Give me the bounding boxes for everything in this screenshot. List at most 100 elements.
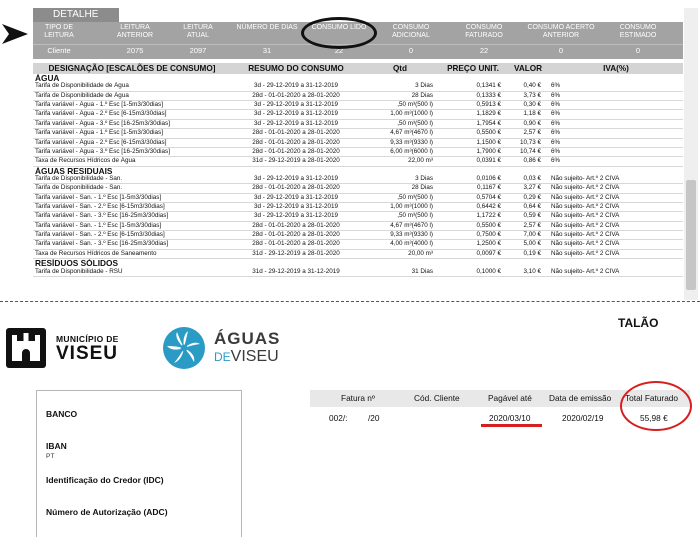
section-row: ÁGUA xyxy=(33,74,683,82)
table-cell: Não sujeito- Art.º 2 CIVA xyxy=(549,174,683,185)
table-cell: 31d - 29-12-2019 a 28-01-2020 xyxy=(231,156,361,167)
summary-value: 0 xyxy=(635,46,641,55)
table-cell: ,50 m³(500 l) xyxy=(361,193,439,204)
summary-value: 2097 xyxy=(189,46,207,55)
table-cell: 0,40 € xyxy=(507,82,549,92)
table-cell: 1,7954 € xyxy=(439,119,507,130)
table-cell: 22,00 m³ xyxy=(361,156,439,167)
table-cell: 1,00 m³(1000 l) xyxy=(361,202,439,213)
consumo-lido-highlight-circle xyxy=(301,17,377,49)
bank-label: BANCO xyxy=(46,409,78,419)
table-cell: Não sujeito- Art.º 2 CIVA xyxy=(549,230,683,241)
summary-column: CONSUMO FATURADO 22 xyxy=(449,22,519,55)
summary-header: LEITURA ATUAL xyxy=(183,24,213,39)
summary-header: CONSUMO ACERTO ANTERIOR xyxy=(527,24,595,39)
adc-label: Número de Autorização (ADC) xyxy=(46,507,168,517)
detail-panel: DETALHE TIPO DE LEITURA Cliente LEITURA AN… xyxy=(33,8,683,300)
aguas-logo-line1: ÁGUAS xyxy=(214,329,281,348)
summary-header: NÚMERO DE DIAS xyxy=(236,24,298,31)
table-cell: Tarifa variável - Água - 1.º Esc [1-5m3/… xyxy=(33,128,231,139)
table-cell: Tarifa de Disponibilidade de Água xyxy=(33,91,231,102)
summary-column: NÚMERO DE DIAS 31 xyxy=(232,22,302,55)
table-column-header: IVA(%) xyxy=(549,63,683,74)
table-cell: Tarifa de Disponibilidade de Água xyxy=(33,82,231,92)
table-cell: 0,29 € xyxy=(507,193,549,204)
table-cell: Taxa de Recursos Hídricos de Água xyxy=(33,156,231,167)
table-cell: 7,00 € xyxy=(507,230,549,241)
detail-tab[interactable]: DETALHE xyxy=(33,8,119,22)
table-cell: 3d - 29-12-2019 a 31-12-2019 xyxy=(231,174,361,185)
table-cell: 10,74 € xyxy=(507,147,549,158)
table-cell: 0,19 € xyxy=(507,249,549,260)
summary-value: 2075 xyxy=(126,46,144,55)
summary-value: 0 xyxy=(558,46,564,55)
table-row: Tarifa variável - Água - 3.º Esc [16-25m… xyxy=(33,147,683,158)
table-row: Tarifa de Disponibilidade - San. 28d - 01… xyxy=(33,183,683,194)
table-cell: 3 Dias xyxy=(361,82,439,92)
iban-label: IBAN xyxy=(46,441,67,451)
table-cell: 0,59 € xyxy=(507,211,549,222)
table-cell: 6% xyxy=(549,109,683,120)
table-cell: Não sujeito- Art.º 2 CIVA xyxy=(549,202,683,213)
summary-header: TIPO DE LEITURA xyxy=(44,24,74,39)
table-cell: 1,18 € xyxy=(507,109,549,120)
summary-header: LEITURA ANTERIOR xyxy=(116,24,154,39)
table-cell: 0,03 € xyxy=(507,174,549,185)
table-column-header: RESUMO DO CONSUMO xyxy=(231,63,361,74)
water-swirl-icon xyxy=(163,327,205,369)
table-cell: 1,1722 € xyxy=(439,211,507,222)
table-row: Tarifa variável - San. - 1.º Esc [1-5m3/… xyxy=(33,193,683,204)
table-row: Tarifa variável - Água - 1.º Esc [1-5m3/… xyxy=(33,128,683,139)
summary-value: Cliente xyxy=(47,46,71,55)
section-row: ÁGUAS RESIDUAIS xyxy=(33,166,683,175)
table-cell: Tarifa variável - Água - 3.º Esc [16-25m… xyxy=(33,119,231,130)
table-cell: 0,90 € xyxy=(507,119,549,130)
table-column-header: VALOR xyxy=(507,63,549,74)
table-cell: 0,5704 € xyxy=(439,193,507,204)
table-cell: Tarifa de Disponibilidade - RSU xyxy=(33,267,231,277)
table-row: Tarifa variável - San. - 3.º Esc [16-25m… xyxy=(33,239,683,250)
table-cell: 0,64 € xyxy=(507,202,549,213)
table-row: Taxa de Recursos Hídricos de Água 31d - 2… xyxy=(33,156,683,167)
table-cell: Tarifa variável - San. - 1.º Esc [1-5m3/… xyxy=(33,221,231,232)
table-cell: Tarifa variável - Água - 1.º Esc [1-5m3/… xyxy=(33,100,231,111)
table-cell: 3,27 € xyxy=(507,183,549,194)
talao-title: TALÃO xyxy=(618,316,659,330)
table-column-header: Qtd xyxy=(361,63,439,74)
table-cell: 3d - 29-12-2019 a 31-12-2019 xyxy=(231,100,361,111)
scrollbar-thumb[interactable] xyxy=(686,180,696,290)
table-cell: 31d - 29-12-2019 a 31-12-2019 xyxy=(231,267,361,277)
table-cell: 0,30 € xyxy=(507,100,549,111)
summary-value: 0 xyxy=(408,46,414,55)
table-cell: 0,7500 € xyxy=(439,230,507,241)
summary-value: 22 xyxy=(479,46,489,55)
table-cell: Não sujeito- Art.º 2 CIVA xyxy=(549,211,683,222)
table-cell: ,50 m³(500 l) xyxy=(361,211,439,222)
table-cell: 4,67 m³(4670 l) xyxy=(361,221,439,232)
table-row: Tarifa variável - San. - 2.º Esc [6-15m3… xyxy=(33,230,683,241)
table-cell: ,50 m³(500 l) xyxy=(361,119,439,130)
summary-column: CONSUMO ADICIONAL 0 xyxy=(374,22,448,55)
table-cell: Tarifa variável - Água - 2.º Esc [6-15m3… xyxy=(33,109,231,120)
table-cell: 6% xyxy=(549,100,683,111)
table-cell: Não sujeito- Art.º 2 CIVA xyxy=(549,221,683,232)
table-cell: 3d - 29-12-2019 a 31-12-2019 xyxy=(231,202,361,213)
table-cell: Não sujeito- Art.º 2 CIVA xyxy=(549,193,683,204)
table-row: Tarifa variável - San. - 3.º Esc [16-25m… xyxy=(33,211,683,222)
invoice-header-data-emissao: Data de emissão xyxy=(549,393,612,403)
table-cell: 0,5500 € xyxy=(439,221,507,232)
table-cell: 0,1333 € xyxy=(439,91,507,102)
table-cell: 3 Dias xyxy=(361,174,439,185)
table-cell: 3d - 29-12-2019 a 31-12-2019 xyxy=(231,109,361,120)
table-cell: 0,1000 € xyxy=(439,267,507,277)
table-cell: 4,00 m³(4000 l) xyxy=(361,239,439,250)
consumption-table: DESIGNAÇÃO [ESCALÕES DE CONSUMO] RESUMO D… xyxy=(33,63,683,277)
table-cell: 3d - 29-12-2019 a 31-12-2019 xyxy=(231,82,361,92)
table-cell: 31d - 29-12-2019 a 28-01-2020 xyxy=(231,249,361,260)
table-cell: 0,0106 € xyxy=(439,174,507,185)
table-cell: 0,5913 € xyxy=(439,100,507,111)
table-cell: 0,1167 € xyxy=(439,183,507,194)
table-cell: 10,73 € xyxy=(507,138,549,148)
table-row: Tarifa variável - Água - 3.º Esc [16-25m… xyxy=(33,119,683,130)
invoice-number-prefix: 002/: xyxy=(329,413,348,423)
